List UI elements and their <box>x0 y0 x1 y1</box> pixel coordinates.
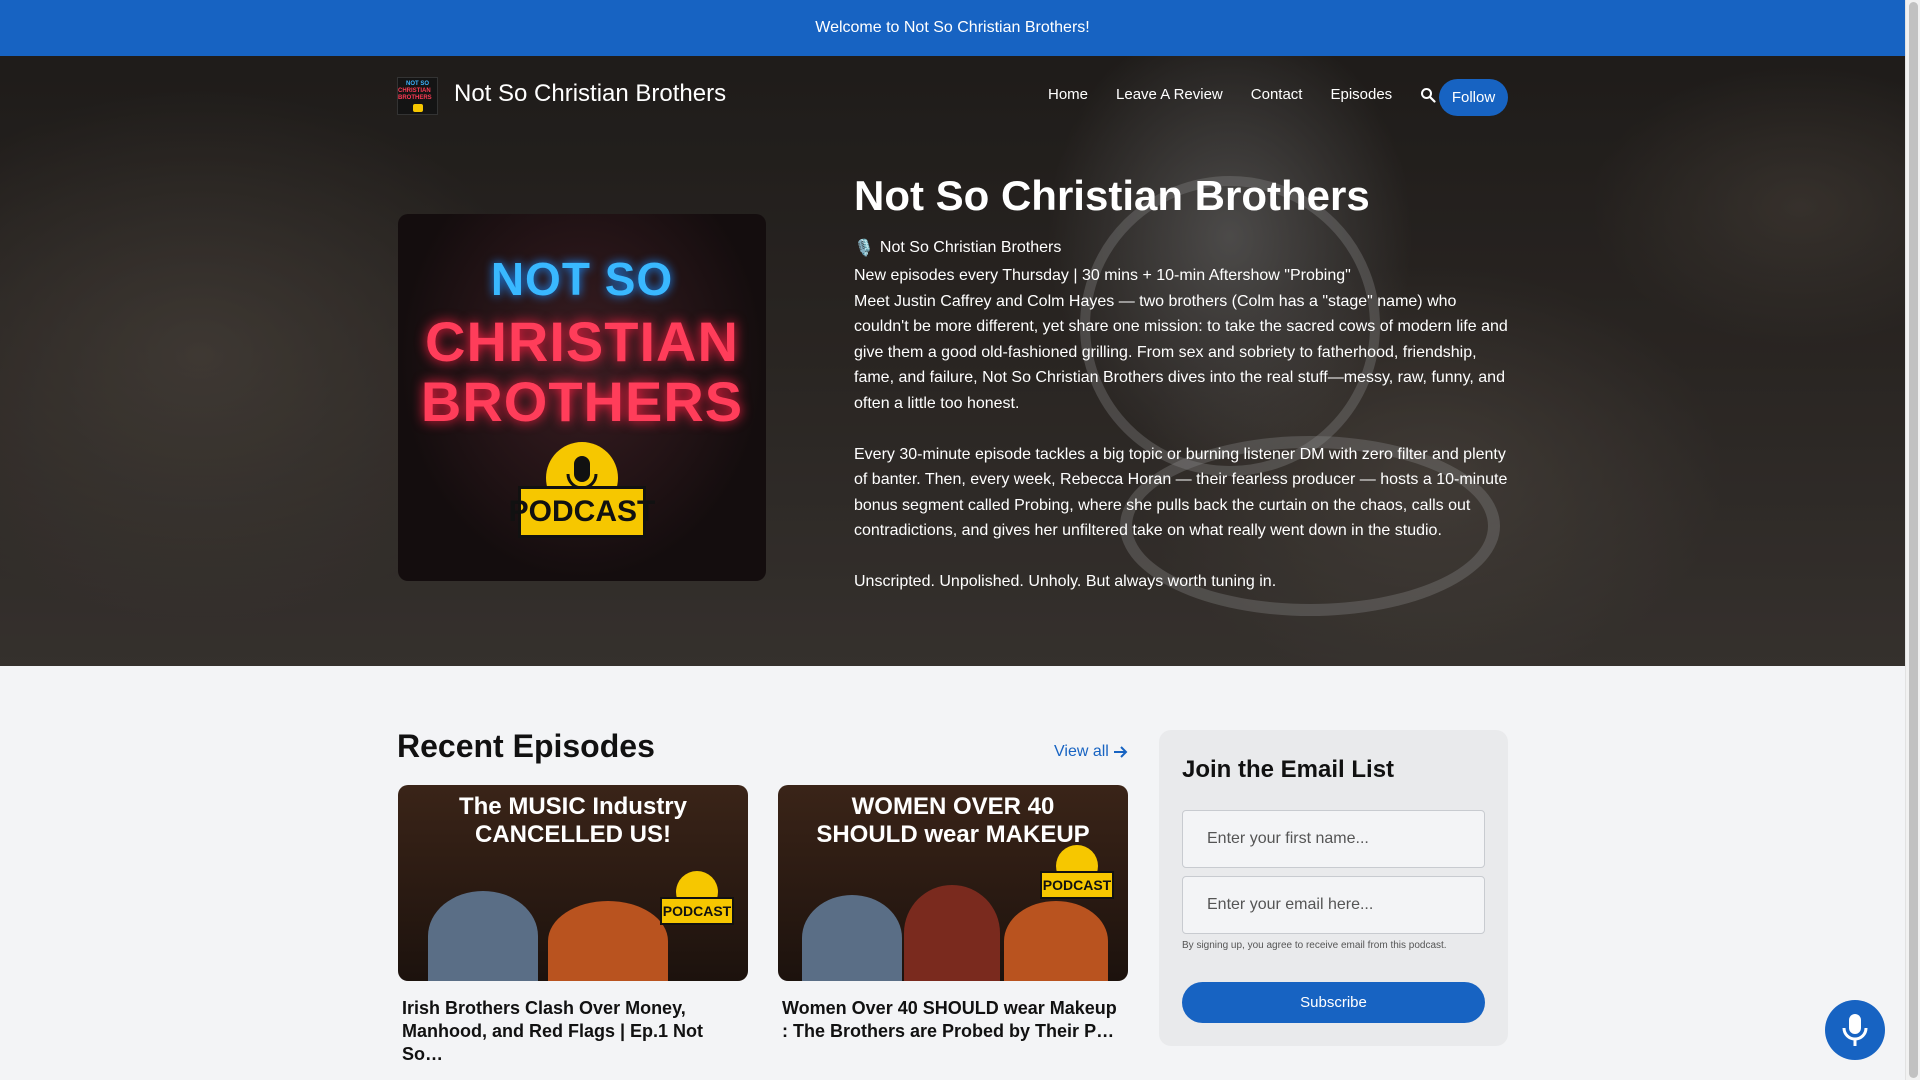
description-paragraph-1: Meet Justin Caffrey and Colm Hayes — two… <box>854 292 1508 412</box>
episode-thumbnail[interactable]: WOMEN OVER 40 SHOULD wear MAKEUP PODCAST <box>778 785 1128 981</box>
follow-button[interactable]: Follow <box>1439 79 1508 116</box>
view-all-link[interactable]: View all <box>1054 743 1129 761</box>
page-scrollbar[interactable] <box>1905 0 1920 1080</box>
host-figure <box>548 901 668 981</box>
logo-line-2: CHRISTIAN BROTHERS <box>398 87 432 101</box>
recent-episodes-title: Recent Episodes <box>397 728 655 764</box>
nav-leave-a-review[interactable]: Leave A Review <box>1116 86 1223 103</box>
signup-terms: By signing up, you agree to receive emai… <box>1182 940 1447 951</box>
thumbnail-headline-line: WOMEN OVER 40 <box>851 793 1055 820</box>
podcast-badge-label: PODCAST <box>660 897 734 925</box>
studio-microphone-icon: 🎙️ <box>854 240 874 257</box>
hero-subtitle: 🎙️ Not So Christian Brothers <box>854 238 1061 258</box>
host-figure <box>1004 901 1108 981</box>
hero-subtitle-text: Not So Christian Brothers <box>879 239 1062 256</box>
arrow-right-icon <box>1113 746 1128 758</box>
microphone-icon <box>1842 1014 1868 1046</box>
scrollbar-thumb[interactable] <box>1909 2 1918 1078</box>
hero-title: Not So Christian Brothers <box>854 172 1370 219</box>
cover-line-3: BROTHERS <box>420 370 744 433</box>
announcement-text: Welcome to Not So Christian Brothers! <box>815 19 1090 36</box>
episode-card[interactable]: The MUSIC Industry CANCELLED US! PODCAST… <box>398 785 748 1066</box>
view-all-label: View all <box>1054 743 1109 760</box>
podcast-badge-label: PODCAST <box>1040 871 1114 899</box>
nav-home[interactable]: Home <box>1048 86 1088 103</box>
episode-title[interactable]: Irish Brothers Clash Over Money, Manhood… <box>398 997 748 1066</box>
cover-badge-label: PODCAST <box>509 486 655 538</box>
description-line-1: New episodes every Thursday | 30 mins + … <box>854 267 1351 284</box>
host-figure <box>428 891 538 981</box>
announcement-bar: Welcome to Not So Christian Brothers! <box>0 0 1905 56</box>
email-signup-title: Join the Email List <box>1182 756 1395 783</box>
hero-description: New episodes every Thursday | 30 mins + … <box>854 263 1510 620</box>
episode-title[interactable]: Women Over 40 SHOULD wear Makeup : The B… <box>778 997 1128 1043</box>
thumbnail-headline: The MUSIC Industry CANCELLED US! <box>398 793 748 849</box>
subscribe-button[interactable]: Subscribe <box>1182 982 1485 1023</box>
cover-podcast-badge: PODCAST <box>509 442 655 542</box>
site-title[interactable]: Not So Christian Brothers <box>454 80 726 108</box>
thumbnail-headline: WOMEN OVER 40 SHOULD wear MAKEUP <box>778 793 1128 849</box>
podcast-badge: PODCAST <box>660 871 734 927</box>
thumbnail-headline-line: CANCELLED US! <box>475 821 671 848</box>
nav-episodes[interactable]: Episodes <box>1330 86 1392 103</box>
episode-card[interactable]: WOMEN OVER 40 SHOULD wear MAKEUP PODCAST… <box>778 785 1128 1043</box>
logo-badge <box>412 103 423 112</box>
search-icon[interactable] <box>1420 87 1436 103</box>
logo-line-1: NOT SO <box>405 80 429 87</box>
podcast-cover-art: NOT SO CHRISTIAN BROTHERS PODCAST <box>398 214 766 581</box>
host-figure <box>802 895 902 981</box>
email-signup-card: Join the Email List By signing up, you a… <box>1159 730 1508 1046</box>
nav-contact[interactable]: Contact <box>1251 86 1303 103</box>
episode-thumbnail[interactable]: The MUSIC Industry CANCELLED US! PODCAST <box>398 785 748 981</box>
description-paragraph-2: Every 30-minute episode tackles a big to… <box>854 445 1508 540</box>
record-voice-message-button[interactable] <box>1825 1000 1885 1060</box>
cover-line-2: CHRISTIAN <box>425 310 739 373</box>
podcast-badge: PODCAST <box>1040 845 1114 901</box>
main-nav: Home Leave A Review Contact Episodes <box>1048 86 1463 103</box>
thumbnail-headline-line: The MUSIC Industry <box>458 793 687 820</box>
first-name-input[interactable] <box>1182 810 1485 868</box>
site-logo[interactable]: NOT SO CHRISTIAN BROTHERS <box>397 77 438 115</box>
email-input[interactable] <box>1182 876 1485 934</box>
description-paragraph-3: Unscripted. Unpolished. Unholy. But alwa… <box>854 573 1277 590</box>
producer-figure <box>904 885 1000 981</box>
cover-line-1: NOT SO <box>490 253 674 305</box>
